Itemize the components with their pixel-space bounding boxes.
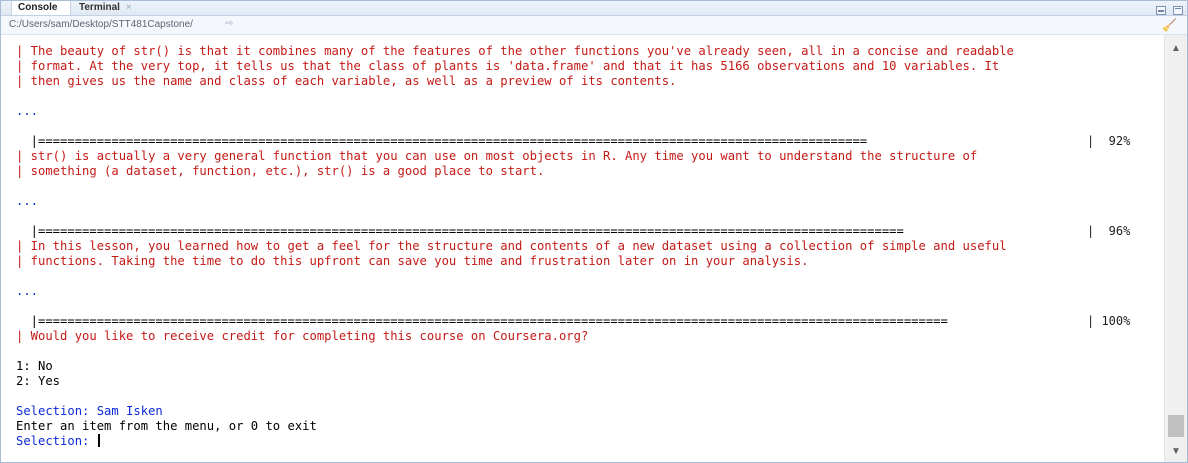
tab-terminal-label: Terminal bbox=[79, 2, 120, 13]
console-line: |=======================================… bbox=[16, 134, 868, 148]
tab-console-label: Console bbox=[18, 2, 58, 13]
console-output[interactable]: | The beauty of str() is that it combine… bbox=[1, 35, 1163, 462]
console-line: Selection: Sam Isken bbox=[16, 404, 163, 418]
scrollbar-thumb[interactable] bbox=[1168, 415, 1184, 437]
progress-percent: | 92% bbox=[1087, 134, 1131, 148]
console-line: | In this lesson, you learned how to get… bbox=[16, 239, 1007, 253]
clear-console-icon[interactable]: 🧹 bbox=[1162, 18, 1177, 32]
vertical-scrollbar[interactable]: ▲ ▼ bbox=[1164, 35, 1187, 462]
text-cursor bbox=[97, 434, 100, 447]
console-line: Enter an item from the menu, or 0 to exi… bbox=[16, 419, 317, 433]
working-directory-path: C:/Users/sam/Desktop/STT481Capstone/ bbox=[9, 19, 193, 30]
console-line: ... bbox=[16, 194, 39, 208]
scroll-up-icon[interactable]: ▲ bbox=[1165, 41, 1187, 57]
console-line: | str() is actually a very general funct… bbox=[16, 149, 978, 163]
console-line: | then gives us the name and class of ea… bbox=[16, 74, 677, 88]
console-line: | format. At the very top, it tells us t… bbox=[16, 59, 1000, 73]
tab-terminal[interactable]: Terminal × bbox=[73, 1, 143, 15]
maximize-icon[interactable] bbox=[1173, 6, 1183, 15]
console-line: |=======================================… bbox=[16, 314, 948, 328]
console-line: ... bbox=[16, 104, 39, 118]
tab-bar: Console Terminal × bbox=[1, 1, 1187, 16]
console-line: 2: Yes bbox=[16, 374, 61, 388]
console-line: 1: No bbox=[16, 359, 53, 373]
console-prompt-line[interactable]: Selection: bbox=[16, 434, 100, 449]
console-line: |=======================================… bbox=[16, 224, 904, 238]
console-line: | Would you like to receive credit for c… bbox=[16, 329, 589, 343]
progress-percent: | 100% bbox=[1087, 314, 1131, 328]
minimize-icon[interactable] bbox=[1155, 6, 1166, 15]
console-line: | functions. Taking the time to do this … bbox=[16, 254, 809, 268]
console-pane: Console Terminal × C:/Users/sam/Desktop/… bbox=[0, 0, 1188, 463]
progress-percent: | 96% bbox=[1087, 224, 1131, 238]
scroll-down-icon[interactable]: ▼ bbox=[1165, 444, 1187, 460]
console-line: | something (a dataset, function, etc.),… bbox=[16, 164, 545, 178]
console-line: ... bbox=[16, 284, 39, 298]
tab-console[interactable]: Console bbox=[11, 1, 71, 15]
close-icon[interactable]: × bbox=[126, 2, 132, 13]
console-line: | The beauty of str() is that it combine… bbox=[16, 44, 1014, 58]
go-to-directory-icon[interactable]: ⇨ bbox=[225, 18, 233, 29]
working-directory-bar: C:/Users/sam/Desktop/STT481Capstone/ ⇨ 🧹 bbox=[1, 16, 1187, 35]
